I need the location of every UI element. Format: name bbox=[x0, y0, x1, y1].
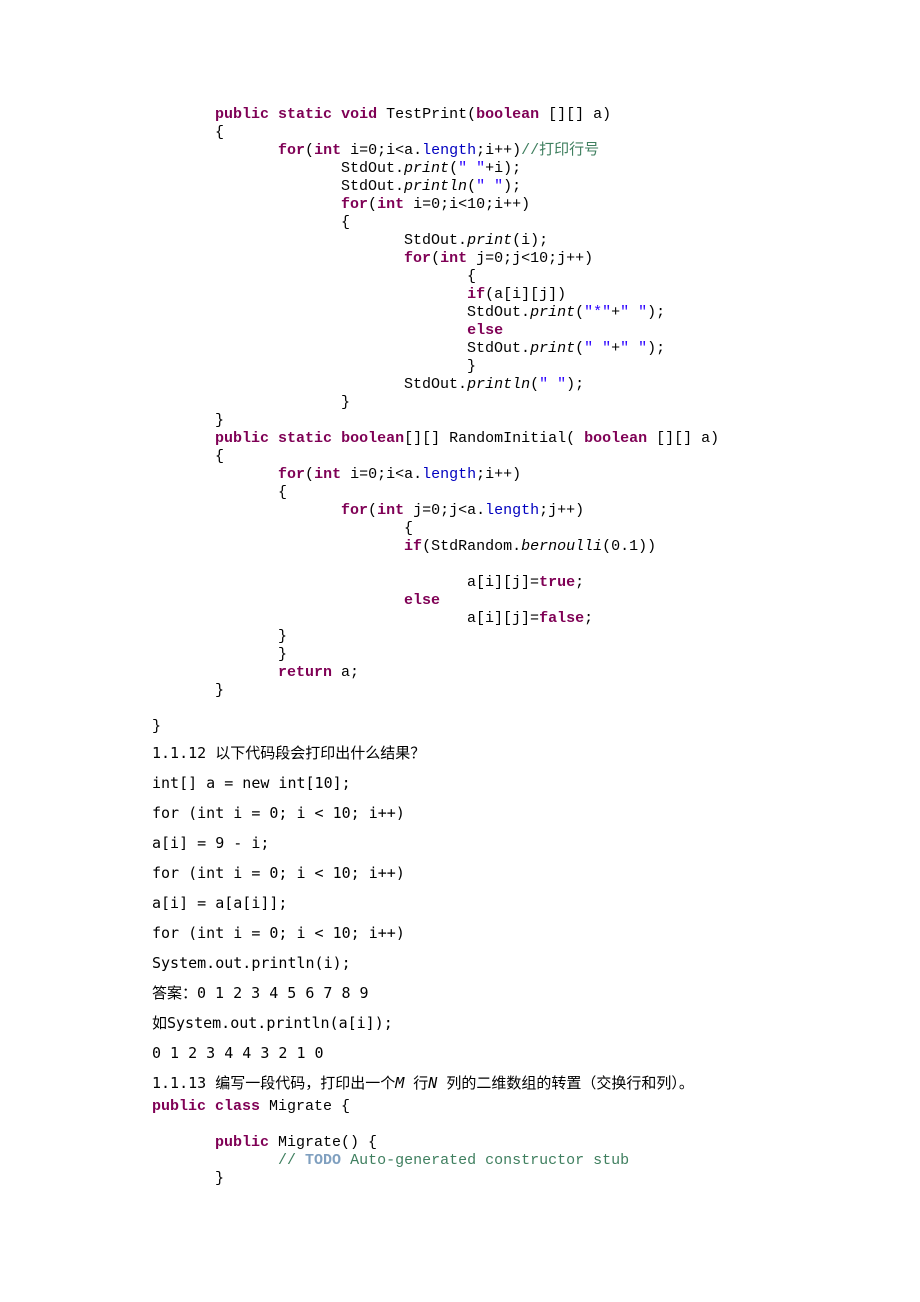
q113-n: N bbox=[428, 1074, 437, 1092]
q112-code1: int[] a = new int[10]; bbox=[152, 768, 820, 798]
q113-mid1: 行 bbox=[404, 1074, 428, 1092]
q113-prefix: 1.1.13 编写一段代码，打印出一个 bbox=[152, 1074, 395, 1092]
q112-ans2: 如System.out.println(a[i]); bbox=[152, 1008, 820, 1038]
q112-code4: for (int i = 0; i < 10; i++) bbox=[152, 858, 820, 888]
q112-code7: System.out.println(i); bbox=[152, 948, 820, 978]
q112-title: 1.1.12 以下代码段会打印出什么结果？ bbox=[152, 738, 820, 768]
q112-code5: a[i] = a[a[i]]; bbox=[152, 888, 820, 918]
code-block-testprint: public static void TestPrint(boolean [][… bbox=[152, 106, 820, 736]
code-content-2: public class Migrate { public Migrate() … bbox=[152, 1098, 629, 1187]
q112-code6: for (int i = 0; i < 10; i++) bbox=[152, 918, 820, 948]
q112-code2: for (int i = 0; i < 10; i++) bbox=[152, 798, 820, 828]
q112-code3: a[i] = 9 - i; bbox=[152, 828, 820, 858]
content-area: public static void TestPrint(boolean [][… bbox=[152, 106, 820, 1188]
code-content-1: public static void TestPrint(boolean [][… bbox=[152, 106, 719, 735]
q112-ans3: 0 1 2 3 4 4 3 2 1 0 bbox=[152, 1038, 820, 1068]
document-page: public static void TestPrint(boolean [][… bbox=[0, 0, 920, 1302]
q113-suffix: 列的二维数组的转置（交换行和列）。 bbox=[437, 1074, 694, 1092]
q113-title: 1.1.13 编写一段代码，打印出一个M 行N 列的二维数组的转置（交换行和列）… bbox=[152, 1068, 820, 1098]
q113-m: M bbox=[395, 1074, 404, 1092]
code-block-migrate: public class Migrate { public Migrate() … bbox=[152, 1098, 820, 1188]
q112-ans1: 答案：0 1 2 3 4 5 6 7 8 9 bbox=[152, 978, 820, 1008]
